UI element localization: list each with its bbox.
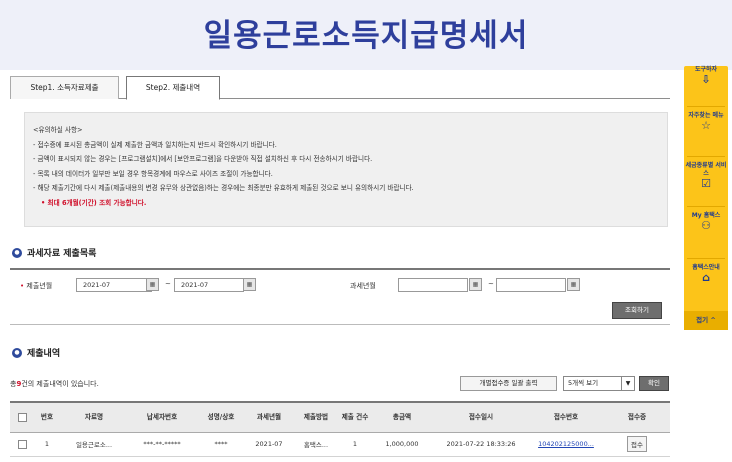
confirm-button[interactable]: 확인 (639, 376, 669, 391)
table-cell: ***-**-***** (128, 432, 196, 457)
table-header-row: 번호 자료명 납세자번호 성명/상호 과세년월 제출방법 제출 건수 총금액 접… (10, 401, 670, 433)
notice-line: - 목록 내의 데이터가 일부만 보일 경우 항목경계에 마우스로 사이즈 조절… (33, 169, 273, 178)
table-header: 번호 (34, 401, 60, 433)
sidebar-divider (687, 258, 725, 259)
checkbox-icon: ☑ (701, 177, 711, 190)
sidebar-item-my-hometax[interactable]: My 홈택스 ⚇ (684, 212, 728, 234)
table-cell: 홈택스... (292, 432, 340, 457)
receipt-number-link[interactable]: 104202125000... (528, 432, 604, 457)
header-select-all[interactable] (10, 401, 34, 433)
calendar-icon[interactable]: ▦ (469, 278, 482, 291)
calendar-icon[interactable]: ▦ (146, 278, 159, 291)
table-header: 자료명 (60, 401, 128, 433)
notice-warning: • 최대 6개월(기간) 조회 가능합니다. (41, 198, 147, 207)
sidebar-collapse-button[interactable]: 접기 ^ (684, 311, 728, 330)
table-cell: 2021-07 (246, 432, 292, 457)
select-all-checkbox[interactable] (17, 412, 27, 422)
home-icon: ⌂ (702, 271, 710, 284)
notice-line: - 접수증에 표시된 총금액이 실제 제출한 금액과 일치하는지 반드시 확인하… (33, 140, 277, 149)
download-icon: ⇩ (701, 73, 711, 86)
calendar-icon[interactable]: ▦ (243, 278, 256, 291)
table-header: 제출방법 (292, 401, 340, 433)
row-checkbox[interactable] (17, 439, 27, 449)
submit-to-input[interactable]: 2021-07 (174, 278, 244, 292)
receipt-button[interactable]: 접수 (627, 436, 647, 452)
submission-table: 번호 자료명 납세자번호 성명/상호 과세년월 제출방법 제출 건수 총금액 접… (10, 401, 670, 457)
section-bullet-icon: ● (12, 347, 22, 358)
search-button[interactable]: 조회하기 (612, 302, 662, 319)
calendar-icon[interactable]: ▦ (567, 278, 580, 291)
table-header: 접수번호 (528, 401, 604, 433)
table-header: 납세자번호 (128, 401, 196, 433)
table-header: 제출 건수 (340, 401, 370, 433)
notice-line: - 해당 제출기간에 다시 제출(제출내용의 변경 유무와 상관없음)하는 경우… (33, 184, 414, 193)
table-header: 총금액 (370, 401, 434, 433)
submit-month-label: • 제출년월 (20, 282, 53, 290)
table-header: 접수일시 (434, 401, 528, 433)
search-panel: • 제출년월 2021-07 ▦ ~ 2021-07 ▦ 과세년월 ▦ ~ ▦ … (10, 268, 670, 325)
user-icon: ⚇ (701, 219, 711, 232)
tax-to-input[interactable] (496, 278, 566, 292)
sidebar-item-hometax-guide[interactable]: 홈택스안내 ⌂ (684, 264, 728, 286)
range-tilde: ~ (488, 280, 494, 288)
tax-month-label: 과세년월 (350, 282, 376, 290)
section-title-text: 제출내역 (27, 349, 61, 359)
result-count: 총9건의 제출내역이 있습니다. (10, 380, 99, 388)
page-title: 일용근로소득지급명세서 (203, 18, 529, 54)
sidebar-item-tax-services[interactable]: 세금종류별 서비스 ☑ (684, 162, 728, 192)
tax-from-input[interactable] (398, 278, 468, 292)
sidebar-divider (687, 106, 725, 107)
notice-line: - 금액이 표시되지 않는 경우는 [프로그램설치]에서 [보안프로그램]을 다… (33, 155, 373, 164)
table-cell: 1 (34, 432, 60, 457)
table-cell: 2021-07-22 18:33:26 (434, 432, 528, 457)
table-cell: 1 (340, 432, 370, 457)
sidebar-divider (687, 156, 725, 157)
quick-menu-sidebar: 도구하자 ⇩ 자주찾는 메뉴 ☆ 세금종류별 서비스 ☑ My 홈택스 ⚇ 홈택… (684, 66, 728, 330)
chevron-up-icon: ^ (710, 316, 716, 324)
section-bullet-icon: ● (12, 247, 22, 258)
page-size-select[interactable]: 5개씩 보기 ▼ (563, 376, 635, 391)
row-checkbox-cell[interactable] (10, 432, 34, 457)
star-icon: ☆ (701, 119, 711, 132)
notice-heading: <유의하실 사항> (33, 126, 83, 134)
sidebar-item-favorites[interactable]: 자주찾는 메뉴 ☆ (684, 112, 728, 134)
table-cell: **** (196, 432, 246, 457)
section-title-history: ● 제출내역 (12, 346, 60, 359)
section-title-submission-list: ● 과세자료 제출목록 (12, 246, 96, 259)
sidebar-divider (687, 206, 725, 207)
submit-from-input[interactable]: 2021-07 (76, 278, 152, 292)
table-header: 접수증 (604, 401, 670, 433)
receipt-cell[interactable]: 접수 (604, 432, 670, 457)
range-tilde: ~ (165, 280, 171, 288)
table-cell: 일용근로소... (60, 432, 128, 457)
table-header: 성명/상호 (196, 401, 246, 433)
table-header: 과세년월 (246, 401, 292, 433)
tab-step2[interactable]: Step2. 제출내역 (126, 76, 220, 100)
section-title-text: 과세자료 제출목록 (27, 249, 97, 259)
bulk-print-button[interactable]: 개별접수증 일괄 출력 (460, 376, 557, 391)
table-row[interactable]: 1 일용근로소... ***-**-***** **** 2021-07 홈택스… (10, 432, 670, 457)
sidebar-item-tools[interactable]: 도구하자 ⇩ (684, 66, 728, 88)
chevron-down-icon[interactable]: ▼ (621, 377, 634, 390)
step-tabs: Step1. 소득자료제출 Step2. 제출내역 (10, 76, 670, 100)
tab-step1[interactable]: Step1. 소득자료제출 (10, 76, 119, 99)
table-cell: 1,000,000 (370, 432, 434, 457)
notice-box: <유의하실 사항> - 접수증에 표시된 총금액이 실제 제출한 금액과 일치하… (24, 112, 668, 227)
